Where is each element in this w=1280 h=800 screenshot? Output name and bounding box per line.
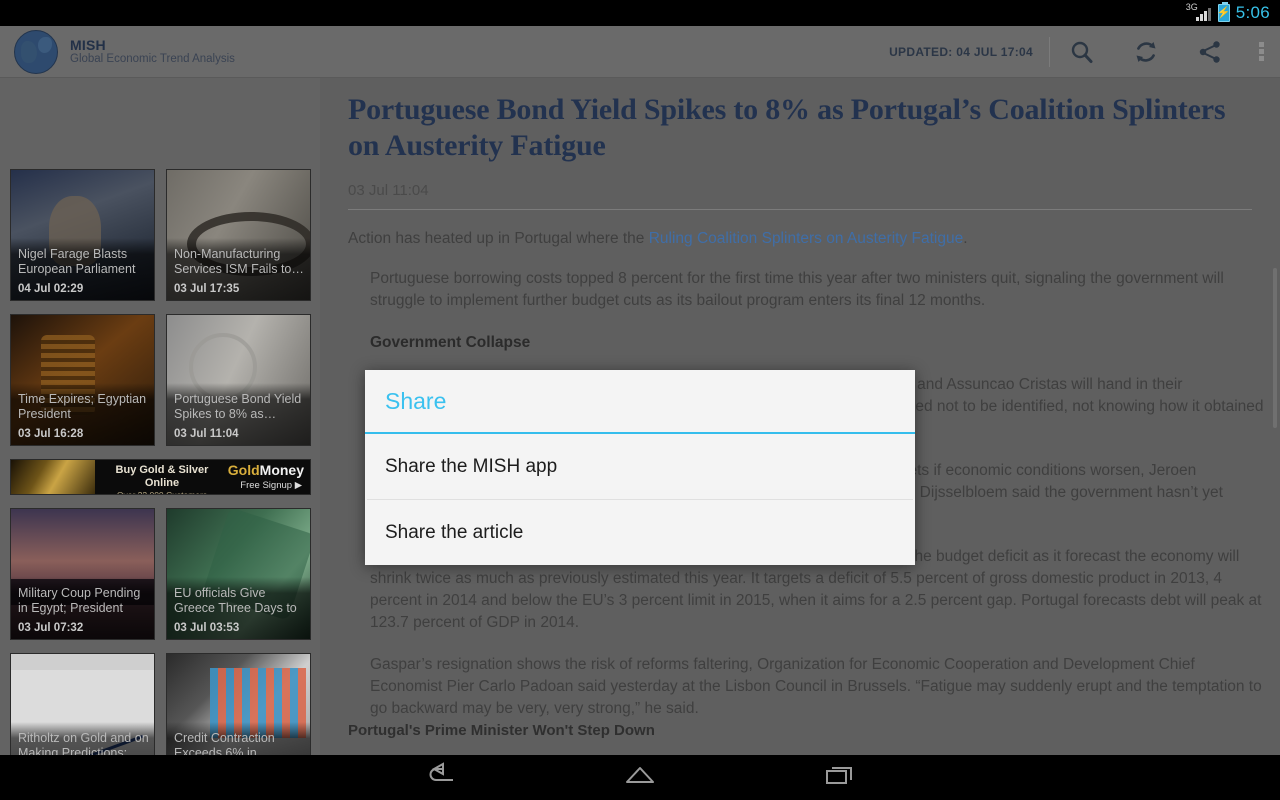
back-icon (423, 762, 457, 793)
app-title: MISH (70, 36, 106, 53)
overflow-menu-button[interactable] (1242, 26, 1280, 78)
dialog-scrim[interactable]: Share Share the MISH app Share the artic… (0, 78, 1280, 755)
globe-logo-icon (14, 29, 58, 74)
recent-apps-button[interactable] (800, 755, 880, 800)
share-button[interactable] (1178, 26, 1242, 78)
app-subtitle: Global Economic Trend Analysis (70, 52, 235, 65)
updated-timestamp: UPDATED: 04 JUL 17:04 (889, 44, 1033, 59)
dialog-title: Share (385, 387, 447, 414)
action-bar: MISH Global Economic Trend Analysis UPDA… (0, 26, 1280, 78)
share-dialog: Share Share the MISH app Share the artic… (365, 370, 915, 565)
battery-charging-icon: ⚡ (1217, 2, 1231, 22)
status-clock: 5:06 (1235, 3, 1270, 22)
home-icon (622, 762, 658, 793)
dialog-header: Share (365, 370, 915, 432)
back-button[interactable] (400, 755, 480, 800)
share-icon (1197, 39, 1223, 65)
app-branding[interactable]: MISH Global Economic Trend Analysis (70, 37, 235, 66)
recent-apps-icon (823, 762, 857, 793)
search-icon (1069, 39, 1095, 65)
network-signal-icon: 3G (1186, 3, 1212, 22)
overflow-menu-icon (1258, 40, 1264, 63)
search-button[interactable] (1050, 26, 1114, 78)
main-content: Nigel Farage Blasts European Parliament … (0, 78, 1280, 755)
system-navigation-bar (0, 755, 1280, 800)
dialog-option-share-article[interactable]: Share the article (365, 500, 915, 565)
dialog-option-share-app[interactable]: Share the MISH app (365, 434, 915, 499)
refresh-button[interactable] (1114, 26, 1178, 78)
refresh-icon (1133, 39, 1159, 65)
status-bar: 3G ⚡ 5:06 (0, 0, 1280, 26)
home-button[interactable] (600, 755, 680, 800)
